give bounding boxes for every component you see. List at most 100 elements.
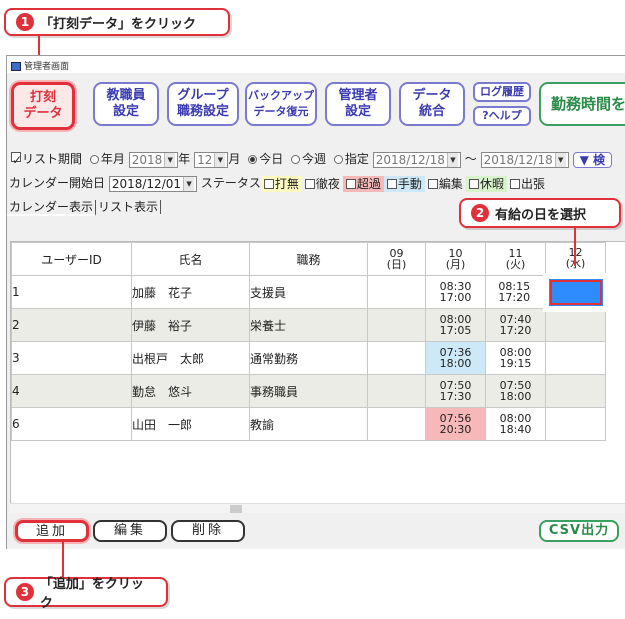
empty-row bbox=[12, 441, 606, 474]
day-of-week: (月) bbox=[445, 258, 466, 271]
list-period-checkbox[interactable]: ✓ bbox=[11, 152, 22, 167]
cell-day-10[interactable]: 08:30 17:00 bbox=[425, 275, 486, 309]
cell-day-12[interactable] bbox=[545, 341, 606, 375]
cell-job[interactable]: 教諭 bbox=[249, 407, 368, 441]
cell-job[interactable]: 事務職員 bbox=[249, 374, 368, 408]
year-suffix: 年 bbox=[178, 152, 191, 166]
cell-day-10[interactable]: 07:50 17:30 bbox=[425, 374, 486, 408]
cell-day-11[interactable]: 07:50 18:00 bbox=[485, 374, 546, 408]
header-name: 氏名 bbox=[131, 242, 250, 276]
cell-day-09[interactable] bbox=[367, 275, 426, 309]
cell-day-12[interactable] bbox=[545, 308, 606, 342]
help-button[interactable]: ?ヘルプ bbox=[473, 106, 531, 126]
calendar-start-value: 2018/12/01 bbox=[111, 176, 182, 191]
cell-day-09[interactable] bbox=[367, 374, 426, 408]
status-checkbox[interactable] bbox=[509, 178, 520, 189]
table-row[interactable]: 4 勤怠 悠斗 事務職員 07:50 17:30 07:50 18:00 bbox=[11, 374, 606, 408]
cell-day-10[interactable]: 07:36 18:00 bbox=[425, 341, 486, 375]
add-button[interactable]: 追加 bbox=[15, 520, 89, 542]
today-radio[interactable] bbox=[248, 155, 258, 164]
status-filter-item[interactable]: 出張 bbox=[506, 175, 548, 192]
button-label: 管理者 bbox=[338, 88, 378, 103]
status-filter-item[interactable]: 打無 bbox=[260, 175, 302, 192]
staff-settings-button[interactable]: 教職員 設定 bbox=[93, 82, 159, 126]
table-row[interactable]: 1 加藤 花子 支援員 08:30 17:00 08:15 17:20 bbox=[11, 272, 609, 312]
cell-day-11[interactable]: 08:00 19:15 bbox=[485, 341, 546, 375]
cell-day-11[interactable]: 08:00 18:40 bbox=[485, 407, 546, 441]
admin-settings-button[interactable]: 管理者 設定 bbox=[325, 82, 391, 126]
cell-day-10[interactable]: 08:00 17:05 bbox=[425, 308, 486, 342]
status-label: 休暇 bbox=[479, 176, 504, 191]
data-merge-button[interactable]: データ 統合 bbox=[399, 82, 465, 126]
cell-user-id[interactable]: 6 bbox=[11, 407, 132, 441]
status-checkbox[interactable] bbox=[468, 178, 479, 189]
cell-name[interactable]: 山田 一郎 bbox=[131, 407, 250, 441]
year-select[interactable]: 2018 ▼ bbox=[128, 151, 179, 168]
year-value: 2018 bbox=[131, 152, 163, 167]
cell-name[interactable]: 加藤 花子 bbox=[131, 275, 250, 309]
callout-text: 「追加」をクリック bbox=[39, 577, 144, 611]
cell-day-11[interactable]: 07:40 17:20 bbox=[485, 308, 546, 342]
calendar-start-select[interactable]: 2018/12/01 ▼ bbox=[108, 175, 198, 192]
month-select[interactable]: 12 ▼ bbox=[194, 151, 229, 168]
status-filter-item[interactable]: 編集 bbox=[424, 175, 466, 192]
year-month-radio[interactable] bbox=[89, 155, 99, 164]
scrollbar-thumb[interactable] bbox=[230, 505, 242, 513]
tab-calendar-view[interactable]: カレンダー表示 bbox=[7, 200, 97, 216]
table-row[interactable]: 3 出根戸 太郎 通常勤務 07:36 18:00 08:00 19:15 bbox=[11, 341, 606, 375]
group-job-settings-button[interactable]: グループ 職務設定 bbox=[167, 82, 239, 126]
cell-day-09[interactable] bbox=[367, 407, 426, 441]
cell-user-id[interactable]: 3 bbox=[11, 341, 132, 375]
cell-job[interactable]: 支援員 bbox=[249, 275, 368, 309]
filter-row-status: カレンダー開始日 2018/12/01 ▼ ステータス 打無 徹夜 超過 手動 編集 休暇 出張 bbox=[9, 174, 548, 192]
cell-day-12[interactable] bbox=[545, 374, 606, 408]
status-checkbox[interactable] bbox=[386, 178, 397, 189]
main-toolbar: 打刻 データ 教職員 設定 グループ 職務設定 バックアップ データ復元 管理者 設定 デ… bbox=[7, 78, 625, 134]
table-row[interactable]: 6 山田 一郎 教諭 07:56 20:30 08:00 18:40 bbox=[11, 407, 606, 441]
csv-export-button[interactable]: CSV出力 bbox=[539, 520, 619, 542]
delete-button[interactable]: 削除 bbox=[171, 520, 245, 542]
tab-list-view[interactable]: リスト表示 bbox=[96, 200, 162, 214]
cell-day-12[interactable] bbox=[542, 272, 609, 312]
header-day-11: 11 (火) bbox=[485, 242, 546, 276]
specify-radio[interactable] bbox=[333, 155, 343, 164]
status-filter-item[interactable]: 休暇 bbox=[465, 175, 507, 192]
table-body: 1 加藤 花子 支援員 08:30 17:00 08:15 17:20 2 伊藤 裕子 栄養士 08… bbox=[11, 272, 609, 504]
cell-day-09[interactable] bbox=[367, 341, 426, 375]
cell-day-10[interactable]: 07:56 20:30 bbox=[425, 407, 486, 441]
cell-name[interactable]: 伊藤 裕子 bbox=[131, 308, 250, 342]
status-checkbox[interactable] bbox=[345, 178, 356, 189]
backup-restore-button[interactable]: バックアップ データ復元 bbox=[245, 82, 317, 126]
step-number: 3 bbox=[16, 583, 34, 601]
today-label: 今日 bbox=[259, 152, 284, 166]
this-week-radio[interactable] bbox=[291, 155, 301, 164]
work-hours-button[interactable]: 勤務時間を bbox=[539, 82, 625, 126]
cell-user-id[interactable]: 1 bbox=[11, 275, 132, 309]
cell-user-id[interactable]: 4 bbox=[11, 374, 132, 408]
cell-user-id[interactable]: 2 bbox=[11, 308, 132, 342]
cell-job[interactable]: 通常勤務 bbox=[249, 341, 368, 375]
log-history-button[interactable]: ログ履歴 bbox=[473, 82, 531, 102]
cell-name[interactable]: 出根戸 太郎 bbox=[131, 341, 250, 375]
date-from-select[interactable]: 2018/12/18 ▼ bbox=[372, 151, 461, 168]
cell-job[interactable]: 栄養士 bbox=[249, 308, 368, 342]
date-to-select[interactable]: 2018/12/18 ▼ bbox=[480, 151, 569, 168]
status-filter-item[interactable]: 超過 bbox=[342, 175, 384, 192]
date-to-value: 2018/12/18 bbox=[483, 152, 553, 167]
edit-button[interactable]: 編集 bbox=[93, 520, 167, 542]
status-checkbox[interactable] bbox=[263, 178, 274, 189]
table-row[interactable]: 2 伊藤 裕子 栄養士 08:00 17:05 07:40 17:20 bbox=[11, 308, 606, 342]
callout-text: 有給の日を選択 bbox=[495, 207, 587, 223]
cell-day-11[interactable]: 08:15 17:20 bbox=[485, 275, 546, 309]
punch-data-button[interactable]: 打刻 データ bbox=[11, 82, 75, 130]
status-filter-item[interactable]: 徹夜 bbox=[301, 175, 343, 192]
cell-day-09[interactable] bbox=[367, 308, 426, 342]
status-checkbox[interactable] bbox=[304, 178, 315, 189]
search-button[interactable]: ▼ 検 bbox=[572, 151, 612, 168]
cell-name[interactable]: 勤怠 悠斗 bbox=[131, 374, 250, 408]
cell-day-12[interactable] bbox=[545, 407, 606, 441]
button-label: 教職員 bbox=[106, 88, 146, 103]
status-filter-item[interactable]: 手動 bbox=[383, 175, 425, 192]
status-checkbox[interactable] bbox=[427, 178, 438, 189]
horizontal-scrollbar[interactable] bbox=[10, 503, 625, 513]
